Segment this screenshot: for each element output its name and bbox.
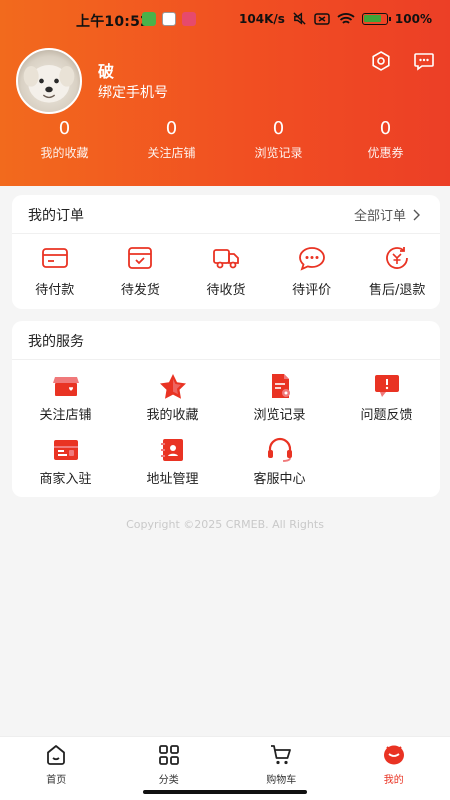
tab-label: 购物车 <box>266 775 297 786</box>
stat-label: 关注店铺 <box>147 146 196 160</box>
service-history[interactable]: 浏览记录 <box>226 373 333 437</box>
merchant-icon <box>53 440 78 460</box>
package-icon <box>128 247 153 269</box>
tab-label: 我的 <box>383 775 404 786</box>
order-after-sales[interactable]: 售后/退款 <box>354 245 440 298</box>
service-label: 我的收藏 <box>146 408 199 423</box>
no-sim-icon <box>314 12 330 25</box>
service-address[interactable]: 地址管理 <box>119 437 226 501</box>
chevron-right-icon <box>413 209 420 220</box>
feedback-icon <box>374 375 399 397</box>
order-label: 售后/退款 <box>368 283 426 298</box>
message-icon[interactable] <box>413 50 435 72</box>
stat-value: 0 <box>165 118 178 139</box>
stat-followed-stores[interactable]: 0 关注店铺 <box>118 118 225 161</box>
history-icon <box>271 374 290 398</box>
service-followed-stores[interactable]: 关注店铺 <box>12 373 119 437</box>
stat-favorites[interactable]: 0 我的收藏 <box>11 118 118 161</box>
store-icon <box>52 377 79 396</box>
stat-coupons[interactable]: 0 优惠券 <box>332 118 439 161</box>
username: 破 <box>98 62 115 81</box>
network-speed: 104K/s <box>239 11 285 26</box>
tab-mine[interactable]: 我的 <box>338 737 450 800</box>
order-pending-shipment[interactable]: 待发货 <box>98 245 184 298</box>
order-label: 待收货 <box>206 283 246 298</box>
status-bar: 上午10:52 104K/s 100% <box>0 0 450 40</box>
mute-icon <box>293 12 306 25</box>
orders-card: 我的订单 全部订单 待付款 待发货 待收货 待评价 售后/退款 <box>12 195 440 309</box>
headset-icon <box>267 437 292 462</box>
avatar-dog-image <box>23 65 75 103</box>
truck-icon <box>213 249 239 269</box>
star-icon <box>159 374 186 399</box>
service-label: 地址管理 <box>146 472 199 487</box>
address-icon <box>160 439 183 461</box>
user-icon <box>383 745 404 765</box>
copyright-text: Copyright ©2025 CRMEB. All Rights <box>126 518 324 531</box>
cart-icon <box>271 745 292 765</box>
bind-phone-link[interactable]: 绑定手机号 <box>98 82 168 102</box>
settings-icon[interactable] <box>370 50 392 72</box>
order-label: 待评价 <box>292 283 332 298</box>
services-card: 我的服务 关注店铺 我的收藏 浏览记录 问题反馈 商家入驻 地址管理 客服中心 <box>12 321 440 497</box>
order-label: 待付款 <box>35 283 75 298</box>
avatar[interactable] <box>16 48 82 114</box>
service-label: 商家入驻 <box>39 472 92 487</box>
service-label: 浏览记录 <box>253 408 306 423</box>
home-icon <box>47 745 66 765</box>
status-time: 上午10:52 <box>76 14 150 30</box>
order-status-row: 待付款 待发货 待收货 待评价 售后/退款 <box>12 245 440 298</box>
comment-icon <box>298 247 325 271</box>
app-notification-icon <box>162 12 176 26</box>
refund-icon <box>386 247 409 269</box>
wallet-icon <box>41 248 68 268</box>
profile-header: 上午10:52 104K/s 100% 破 绑定手机号 0 我的收藏 0 关注店… <box>0 0 450 186</box>
stat-value: 0 <box>379 118 392 139</box>
tab-label: 首页 <box>46 775 67 786</box>
wechat-notification-icon <box>142 12 156 26</box>
orders-title: 我的订单 <box>28 208 84 224</box>
order-pending-review[interactable]: 待评价 <box>269 245 355 298</box>
category-icon <box>158 745 179 765</box>
battery-icon <box>361 12 391 25</box>
service-label: 问题反馈 <box>360 408 413 423</box>
status-app-icons <box>142 12 196 26</box>
home-indicator <box>143 790 307 794</box>
stat-value: 0 <box>272 118 285 139</box>
services-title: 我的服务 <box>28 334 84 350</box>
service-merchant-join[interactable]: 商家入驻 <box>12 437 119 501</box>
service-label: 客服中心 <box>253 472 306 487</box>
stat-label: 优惠券 <box>367 146 404 160</box>
tab-home[interactable]: 首页 <box>0 737 113 800</box>
order-label: 待发货 <box>120 283 160 298</box>
tab-label: 分类 <box>158 775 179 786</box>
stat-label: 我的收藏 <box>40 146 89 160</box>
wifi-icon <box>337 12 355 24</box>
status-right: 104K/s 100% <box>239 11 432 26</box>
services-grid: 关注店铺 我的收藏 浏览记录 问题反馈 商家入驻 地址管理 客服中心 <box>12 373 440 501</box>
battery-percent: 100% <box>394 11 432 26</box>
stat-value: 0 <box>58 118 71 139</box>
app-notification-icon-2 <box>182 12 196 26</box>
divider <box>12 359 440 360</box>
stat-history[interactable]: 0 浏览记录 <box>225 118 332 161</box>
service-customer-center[interactable]: 客服中心 <box>226 437 333 501</box>
all-orders-link[interactable]: 全部订单 <box>354 205 420 224</box>
stats-row: 0 我的收藏 0 关注店铺 0 浏览记录 0 优惠券 <box>0 118 450 161</box>
service-label: 关注店铺 <box>39 408 92 423</box>
divider <box>12 233 440 234</box>
order-pending-payment[interactable]: 待付款 <box>12 245 98 298</box>
service-favorites[interactable]: 我的收藏 <box>119 373 226 437</box>
all-orders-label: 全部订单 <box>353 209 406 224</box>
stat-label: 浏览记录 <box>254 146 303 160</box>
order-pending-receipt[interactable]: 待收货 <box>183 245 269 298</box>
service-feedback[interactable]: 问题反馈 <box>333 373 440 437</box>
